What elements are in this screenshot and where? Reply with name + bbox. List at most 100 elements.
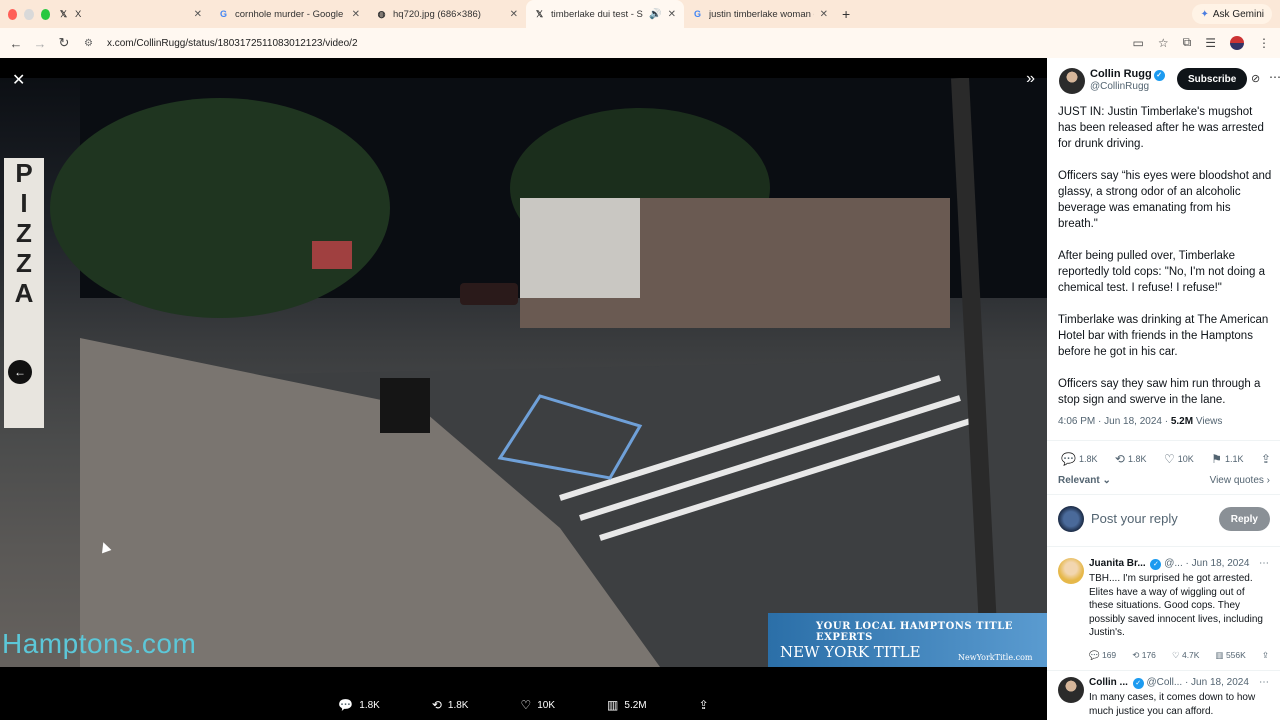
hamptons-watermark: Hamptons.com (2, 628, 197, 659)
close-tab-icon[interactable]: ✕ (352, 9, 360, 20)
repost-action[interactable]: ⟲ 1.8K (1115, 452, 1147, 466)
sort-dropdown[interactable]: Relevant ⌄ (1058, 475, 1111, 486)
divider (1047, 440, 1280, 441)
view-quotes-link[interactable]: View quotes › (1210, 475, 1270, 486)
tab-search-icon[interactable]: ⧉ (1183, 35, 1192, 50)
close-window-button[interactable] (8, 8, 18, 20)
heart-icon: ♡ (1163, 452, 1175, 466)
reply-composer: Post your reply Reply (1058, 506, 1270, 534)
reload-icon[interactable]: ↻ (52, 35, 76, 51)
like-action[interactable]: ♡ 4.7K (1172, 650, 1200, 661)
reply-text: In many cases, it comes down to how much… (1089, 692, 1256, 717)
video-player[interactable]: PIZZA Hamptons.com YOUR LOCAL HAMPTONS T… (0, 78, 1047, 667)
profile-avatar[interactable] (1230, 35, 1244, 50)
reply-text: TBH.... I'm surprised he got arrested. E… (1089, 573, 1263, 638)
repost-action[interactable]: ⟲ 1.8K (432, 698, 469, 712)
post-meta: 4:06 PM · Jun 18, 2024 · 5.2M Views (1058, 416, 1223, 427)
reply-icon: 💬 (1061, 452, 1076, 466)
post-actions: 💬 1.8K ⟲ 1.8K ♡ 10K ⚑ 1.1K ⇪ (1061, 452, 1271, 466)
bookmark-action[interactable]: ⚑ 1.1K (1211, 452, 1243, 466)
repost-icon: ⟲ (1132, 650, 1140, 660)
author-name[interactable]: Collin Rugg ✓ (1090, 68, 1165, 81)
share-action[interactable]: ⇪ (699, 698, 709, 712)
new-tab-button[interactable]: + (842, 6, 850, 22)
menu-kebab-icon[interactable]: ⋮ (1258, 36, 1270, 50)
ask-gemini-button[interactable]: ✦ Ask Gemini (1192, 4, 1272, 24)
views-stat[interactable]: ▥ 556K (1216, 650, 1246, 661)
more-options-icon[interactable]: ⋯ (1259, 558, 1269, 569)
reading-list-icon[interactable]: ☰ (1205, 36, 1216, 50)
minimize-window-button[interactable] (24, 8, 34, 20)
x-logo-icon: 𝕏 (535, 8, 544, 19)
author-avatar[interactable] (1059, 68, 1085, 94)
close-tab-icon[interactable]: ✕ (510, 9, 518, 20)
cast-icon[interactable]: ▭ (1133, 36, 1144, 50)
forward-arrow-icon[interactable]: → (28, 36, 52, 51)
address-bar: ← → ↻ ⚙ x.com/CollinRugg/status/18031725… (0, 28, 1280, 58)
author-handle[interactable]: @CollinRugg (1090, 81, 1149, 92)
close-tab-icon[interactable]: ✕ (194, 9, 202, 20)
divider (1047, 494, 1280, 495)
close-tab-icon[interactable]: ✕ (820, 9, 828, 20)
maximize-window-button[interactable] (40, 8, 50, 20)
like-action[interactable]: ♡ 10K (1164, 452, 1194, 466)
more-options-icon[interactable]: ⋯ (1259, 677, 1269, 688)
media-stats-bar: 💬 1.8K ⟲ 1.8K ♡ 10K ▥ 5.2M ⇪ (0, 690, 1047, 720)
tab-justin[interactable]: G justin timberlake woman dui ✕ (684, 0, 836, 28)
more-options-icon[interactable]: ⋯ (1269, 70, 1280, 84)
post-panel: Collin Rugg ✓ @CollinRugg Subscribe ⊘ ⋯ J… (1047, 58, 1280, 720)
post-timestamp[interactable]: 4:06 PM · Jun 18, 2024 · (1058, 416, 1171, 427)
tab-timberlake-active[interactable]: 𝕏 timberlake dui test - Sear 🔊 ✕ (526, 0, 684, 28)
reply-action[interactable]: 💬 169 (1089, 650, 1116, 661)
reply-icon: 💬 (338, 698, 354, 712)
reply-author-name[interactable]: Collin ... (1089, 677, 1128, 688)
back-arrow-icon[interactable]: ← (4, 36, 28, 51)
share-action[interactable]: ⇪ (1262, 650, 1269, 661)
close-viewer-icon[interactable]: ✕ (12, 70, 25, 90)
reply-author-name[interactable]: Juanita Br... (1089, 558, 1146, 569)
reply-item[interactable]: Collin ... ✓ @Coll... · Jun 18, 2024 ⋯ I… (1058, 677, 1270, 720)
bookmark-star-icon[interactable]: ☆ (1158, 36, 1169, 50)
verified-badge-icon: ✓ (1153, 70, 1165, 81)
tab-image[interactable]: ◍ hq720.jpg (686×386) ✕ (368, 0, 526, 28)
tab-x[interactable]: 𝕏 X ✕ (50, 0, 210, 28)
post-author: Collin Rugg ✓ @CollinRugg Subscribe ⊘ ⋯ (1059, 68, 1280, 98)
reply-header: Juanita Br... ✓ @... · Jun 18, 2024 ⋯ (1089, 558, 1269, 570)
views-chart-icon: ▥ (1215, 650, 1224, 660)
user-avatar (1058, 506, 1084, 532)
gemini-sparkle-icon: ✦ (1200, 8, 1209, 20)
reply-icon: 💬 (1089, 650, 1100, 660)
reply-avatar[interactable] (1058, 558, 1084, 584)
views-stat[interactable]: ▥ 5.2M (607, 698, 647, 712)
speaker-icon[interactable]: 🔊 (649, 9, 661, 20)
grok-icon[interactable]: ⊘ (1251, 72, 1260, 85)
previous-media-button[interactable]: ← (8, 360, 32, 384)
site-settings-icon[interactable]: ⚙ (84, 38, 93, 49)
share-icon: ⇪ (698, 698, 709, 712)
x-logo-icon: 𝕏 (59, 8, 68, 19)
share-action[interactable]: ⇪ (1261, 452, 1271, 466)
street-scene-image (50, 78, 1047, 667)
media-viewer: PIZZA Hamptons.com YOUR LOCAL HAMPTONS T… (0, 58, 1047, 720)
tab-bar: 𝕏 X ✕ G cornhole murder - Google Se ✕ ◍ … (0, 0, 1280, 28)
repost-icon: ⟲ (431, 698, 442, 712)
reply-actions: 💬 169 ⟲ 176 ♡ 4.7K ▥ 556K ⇪ (1089, 650, 1269, 661)
collapse-panel-icon[interactable]: » (1026, 70, 1035, 88)
divider (1047, 546, 1280, 547)
close-tab-icon[interactable]: ✕ (668, 9, 676, 20)
window-controls (0, 8, 50, 20)
subscribe-button[interactable]: Subscribe (1177, 68, 1248, 90)
reply-button[interactable]: Reply (1218, 507, 1270, 531)
reply-action[interactable]: 💬 1.8K (338, 698, 380, 712)
reply-item[interactable]: Juanita Br... ✓ @... · Jun 18, 2024 ⋯ TB… (1058, 558, 1270, 668)
url-field[interactable]: x.com/CollinRugg/status/1803172511083012… (107, 38, 358, 49)
heart-icon: ♡ (1171, 650, 1180, 660)
share-icon: ⇪ (1261, 650, 1269, 660)
divider (1047, 670, 1280, 671)
reply-input[interactable]: Post your reply (1091, 511, 1178, 526)
like-action[interactable]: ♡ 10K (520, 698, 555, 712)
repost-action[interactable]: ⟲ 176 (1132, 650, 1156, 661)
reply-avatar[interactable] (1058, 677, 1084, 703)
reply-action[interactable]: 💬 1.8K (1061, 452, 1097, 466)
tab-cornhole[interactable]: G cornhole murder - Google Se ✕ (210, 0, 368, 28)
